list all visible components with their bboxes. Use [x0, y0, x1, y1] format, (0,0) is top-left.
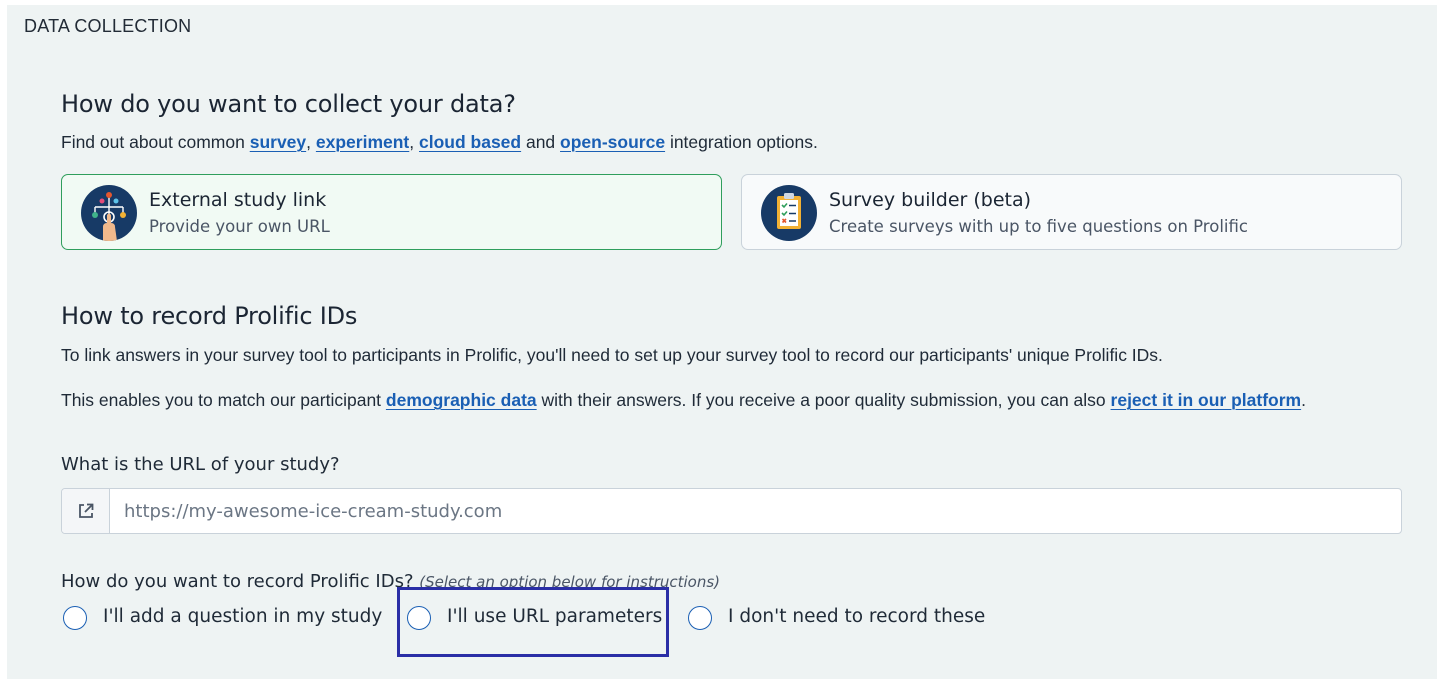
- para-text: This enables you to match our participan…: [61, 390, 386, 410]
- cloud-based-link[interactable]: cloud based: [419, 132, 521, 152]
- reject-platform-link[interactable]: reject it in our platform: [1111, 390, 1302, 410]
- option-subtitle: Create surveys with up to five questions…: [829, 217, 1248, 236]
- external-link-icon: [78, 503, 93, 518]
- record-paragraph-2: This enables you to match our participan…: [61, 390, 1306, 411]
- collect-intro: Find out about common survey, experiment…: [61, 132, 818, 153]
- option-title: External study link: [149, 189, 327, 211]
- para-text: with their answers. If you receive a poo…: [536, 390, 1111, 410]
- highlight-box: [397, 587, 669, 657]
- url-prefix: [62, 489, 110, 533]
- section-label: DATA COLLECTION: [24, 16, 192, 36]
- external-study-link-option[interactable]: External study link Provide your own URL: [61, 174, 722, 250]
- radio-label-no-record[interactable]: I don't need to record these: [728, 606, 985, 627]
- intro-text: integration options.: [665, 132, 818, 152]
- record-paragraph-1: To link answers in your survey tool to p…: [61, 345, 1163, 365]
- record-method-question: How do you want to record Prolific IDs?: [61, 571, 414, 592]
- intro-sep: ,: [306, 132, 316, 152]
- survey-link[interactable]: survey: [250, 132, 306, 152]
- option-title: Survey builder (beta): [829, 189, 1032, 211]
- record-heading: How to record Prolific IDs: [61, 302, 358, 330]
- radio-add-question[interactable]: [63, 606, 87, 630]
- intro-sep: ,: [409, 132, 419, 152]
- flowchart-hand-icon: [81, 185, 137, 241]
- intro-sep: and: [521, 132, 561, 152]
- study-url-field: [61, 488, 1402, 534]
- radio-label-add-question[interactable]: I'll add a question in my study: [103, 606, 382, 627]
- intro-text: Find out about common: [61, 132, 250, 152]
- experiment-link[interactable]: experiment: [316, 132, 409, 152]
- demographic-data-link[interactable]: demographic data: [386, 390, 537, 410]
- collect-heading: How do you want to collect your data?: [61, 90, 516, 118]
- survey-builder-option[interactable]: Survey builder (beta) Create surveys wit…: [741, 174, 1402, 250]
- url-label: What is the URL of your study?: [61, 454, 340, 475]
- para-text: .: [1301, 390, 1306, 410]
- study-url-input[interactable]: [110, 489, 1390, 533]
- clipboard-checklist-icon: [761, 185, 817, 241]
- option-subtitle: Provide your own URL: [149, 217, 330, 236]
- radio-no-record[interactable]: [688, 606, 712, 630]
- open-source-link[interactable]: open-source: [560, 132, 665, 152]
